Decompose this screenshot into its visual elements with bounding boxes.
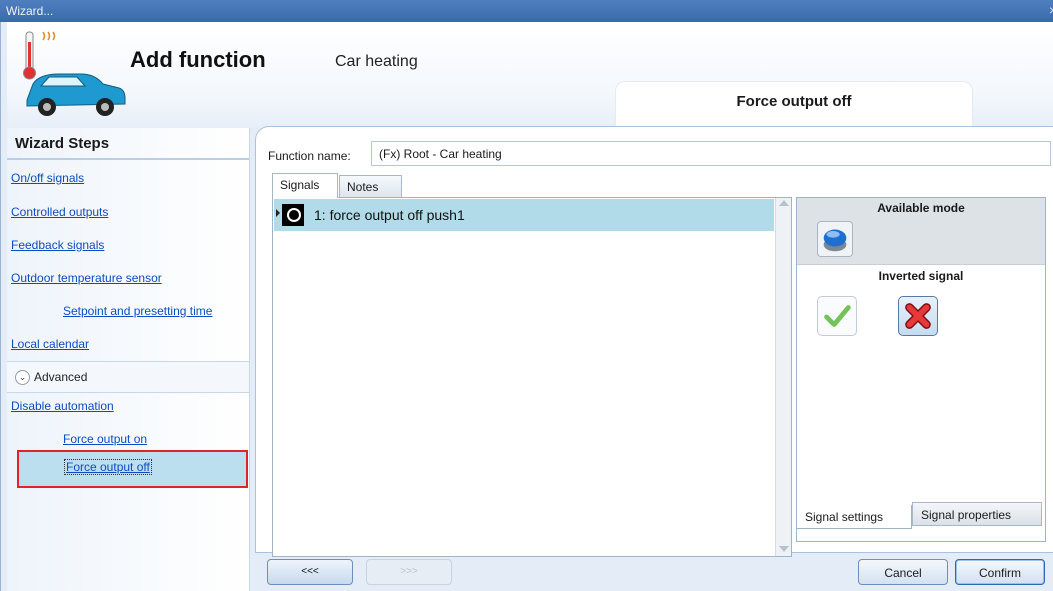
back-button[interactable]: <<< — [267, 559, 353, 585]
push-button-signal-icon — [282, 204, 304, 226]
signal-label: 1: force output off push1 — [314, 207, 465, 223]
checkmark-icon[interactable] — [817, 296, 857, 336]
current-step-tab: Force output off — [615, 81, 973, 128]
signals-scrollbar[interactable] — [775, 198, 791, 556]
tab-signals[interactable]: Signals — [272, 173, 338, 198]
window-titlebar: Wizard... × — [0, 0, 1053, 22]
wizard-window: Add function Car heating Force output of… — [0, 22, 1053, 591]
wizard-steps-sidebar: Wizard Steps On/off signals Controlled o… — [7, 128, 250, 591]
page-title: Add function — [130, 47, 266, 72]
available-modes — [797, 217, 1045, 265]
function-name-label: Function name: — [268, 149, 351, 163]
tab-notes[interactable]: Notes — [339, 175, 402, 198]
cross-icon[interactable] — [898, 296, 938, 336]
signals-list: 1: force output off push1 — [272, 197, 792, 557]
push-button-mode-icon[interactable] — [817, 221, 853, 257]
close-icon[interactable]: × — [1049, 2, 1053, 18]
scroll-up-icon[interactable] — [779, 200, 789, 206]
step-force-output-off-selected[interactable]: Force output off — [17, 450, 248, 488]
forward-button[interactable]: >>> — [366, 559, 452, 585]
step-outdoor-temperature-sensor[interactable]: Outdoor temperature sensor — [11, 271, 162, 285]
car-heating-icon — [23, 31, 126, 116]
step-setpoint-presetting-time[interactable]: Setpoint and presetting time — [63, 304, 212, 318]
signal-settings-panel: Available mode Inverted signal — [796, 197, 1046, 542]
advanced-label: Advanced — [34, 370, 88, 384]
step-local-calendar[interactable]: Local calendar — [11, 337, 89, 351]
step-on-off-signals[interactable]: On/off signals — [11, 171, 84, 185]
confirm-button[interactable]: Confirm — [955, 559, 1045, 585]
chevron-down-icon: ⌄ — [15, 370, 30, 385]
row-pointer-icon — [276, 209, 280, 217]
page-subtitle: Car heating — [335, 53, 418, 70]
cancel-button[interactable]: Cancel — [858, 559, 948, 585]
available-mode-heading: Available mode — [797, 198, 1045, 217]
list-item[interactable]: 1: force output off push1 — [274, 199, 774, 231]
function-name-input[interactable]: (Fx) Root - Car heating — [371, 141, 1051, 166]
window-title: Wizard... — [6, 4, 54, 18]
tab-signal-properties[interactable]: Signal properties — [912, 502, 1042, 526]
scroll-down-icon[interactable] — [779, 546, 789, 552]
inverted-signal-heading: Inverted signal — [797, 265, 1045, 285]
advanced-section-toggle[interactable]: ⌄ Advanced — [7, 361, 249, 393]
step-force-output-on[interactable]: Force output on — [63, 432, 147, 446]
step-feedback-signals[interactable]: Feedback signals — [11, 238, 104, 252]
wizard-header: Add function Car heating Force output of… — [7, 22, 1053, 128]
step-controlled-outputs[interactable]: Controlled outputs — [11, 205, 108, 219]
tab-signal-settings[interactable]: Signal settings — [796, 505, 912, 529]
wizard-steps-heading: Wizard Steps — [7, 128, 249, 160]
step-disable-automation[interactable]: Disable automation — [11, 399, 114, 413]
step-force-output-off[interactable]: Force output off — [64, 459, 152, 475]
signals-panel: Function name: (Fx) Root - Car heating S… — [255, 126, 1053, 557]
